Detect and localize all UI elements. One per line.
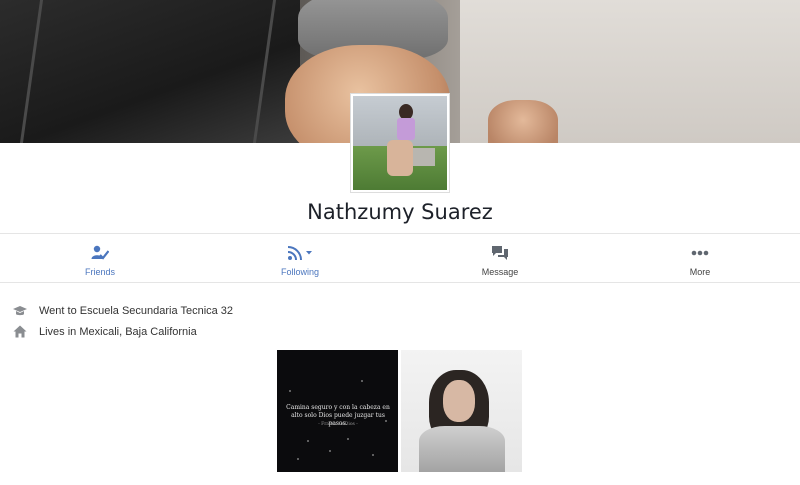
cover-door-shape [0,0,300,143]
friends-check-icon [91,244,109,262]
profile-name: Nathzumy Suarez [307,200,493,224]
chat-bubbles-icon [491,244,509,262]
location-row[interactable]: Lives in Mexicali, Baja California [13,321,233,342]
education-row[interactable]: Went to Escuela Secundaria Tecnica 32 [13,300,233,321]
profile-action-bar: Friends Following Message More [0,233,800,283]
profile-intro: Went to Escuela Secundaria Tecnica 32 Li… [13,300,233,342]
avatar-person-top [397,118,415,140]
education-text: Went to Escuela Secundaria Tecnica 32 [39,304,234,317]
location-text: Lives in Mexicali, Baja California [39,325,197,338]
message-button[interactable]: Message [400,234,600,282]
ellipsis-icon [691,244,709,262]
selfie-shirt [419,426,505,472]
city-light [329,450,331,452]
quote-author: - Frases de Dios - [318,422,358,427]
avatar-person-legs [387,140,413,176]
city-light [347,438,349,440]
friends-button[interactable]: Friends [0,234,200,282]
more-button[interactable]: More [600,234,800,282]
selfie-face [443,380,475,422]
profile-avatar[interactable] [351,94,449,192]
featured-photos: Camina seguro y con la cabeza en alto so… [277,350,522,472]
city-light [372,454,374,456]
following-label: Following [280,267,320,277]
friends-label: Friends [84,267,115,277]
featured-photo-selfie[interactable] [401,350,522,472]
more-label: More [689,267,711,277]
cover-hand-shape [488,100,558,143]
city-light [307,440,309,442]
rss-dropdown-icon [287,244,313,262]
message-label: Message [481,267,519,277]
city-light [297,458,299,460]
featured-photo-quote[interactable]: Camina seguro y con la cabeza en alto so… [277,350,398,472]
home-icon [13,325,27,339]
following-button[interactable]: Following [200,234,400,282]
graduation-cap-icon [13,304,27,318]
avatar-bench [413,148,435,166]
city-light [361,380,363,382]
city-light [289,390,291,392]
